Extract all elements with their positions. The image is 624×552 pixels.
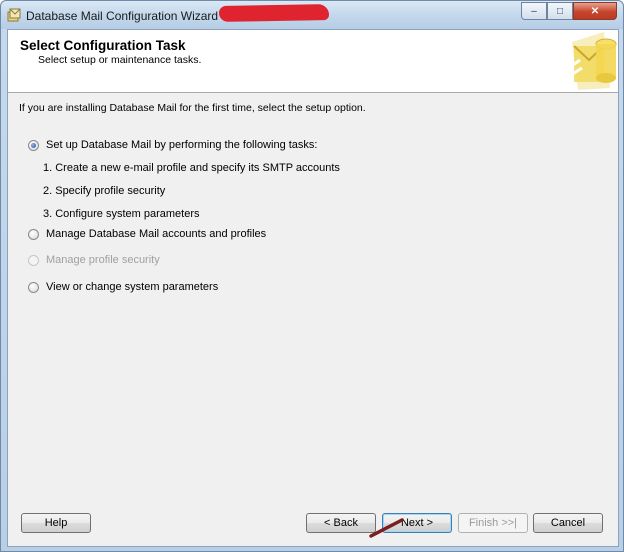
manage-profile-security-radio xyxy=(28,254,39,266)
title-bar[interactable]: Database Mail Configuration Wizard - – □… xyxy=(1,1,623,29)
setup-step-3: 3. Configure system parameters xyxy=(43,208,200,220)
option-manage-profile-security: Manage profile security xyxy=(28,254,160,266)
option-setup-label: Set up Database Mail by performing the f… xyxy=(46,139,318,151)
wizard-window: Database Mail Configuration Wizard - – □… xyxy=(0,0,624,552)
back-button[interactable]: < Back xyxy=(306,513,376,533)
option-setup[interactable]: Set up Database Mail by performing the f… xyxy=(28,139,317,151)
database-mail-banner-icon xyxy=(565,32,617,90)
page-title: Select Configuration Task xyxy=(20,38,186,53)
option-system-parameters-label: View or change system parameters xyxy=(46,281,219,293)
caption-buttons: – □ ✕ xyxy=(521,2,617,22)
option-system-parameters[interactable]: View or change system parameters xyxy=(28,281,218,293)
setup-step-1: 1. Create a new e-mail profile and speci… xyxy=(43,162,340,174)
minimize-button[interactable]: – xyxy=(521,2,547,20)
help-button[interactable]: Help xyxy=(21,513,91,533)
wizard-body: Select Configuration Task Select setup o… xyxy=(7,29,619,547)
cancel-button[interactable]: Cancel xyxy=(533,513,603,533)
finish-button: Finish >>| xyxy=(458,513,528,533)
maximize-button[interactable]: □ xyxy=(547,2,573,20)
setup-radio[interactable] xyxy=(28,139,39,151)
window-title: Database Mail Configuration Wizard - xyxy=(26,9,226,23)
next-button[interactable]: Next > xyxy=(382,513,452,533)
close-button[interactable]: ✕ xyxy=(573,2,617,20)
database-mail-app-icon xyxy=(7,8,21,22)
manage-accounts-radio[interactable] xyxy=(28,228,39,240)
redacted-server-name xyxy=(218,4,330,22)
system-parameters-radio[interactable] xyxy=(28,281,39,293)
intro-text: If you are installing Database Mail for … xyxy=(19,102,366,114)
option-manage-accounts-label: Manage Database Mail accounts and profil… xyxy=(46,228,267,240)
option-manage-accounts[interactable]: Manage Database Mail accounts and profil… xyxy=(28,228,266,240)
option-manage-profile-security-label: Manage profile security xyxy=(46,254,160,266)
setup-step-2: 2. Specify profile security xyxy=(43,185,166,197)
wizard-header: Select Configuration Task Select setup o… xyxy=(8,30,618,93)
page-subtitle: Select setup or maintenance tasks. xyxy=(38,54,202,66)
